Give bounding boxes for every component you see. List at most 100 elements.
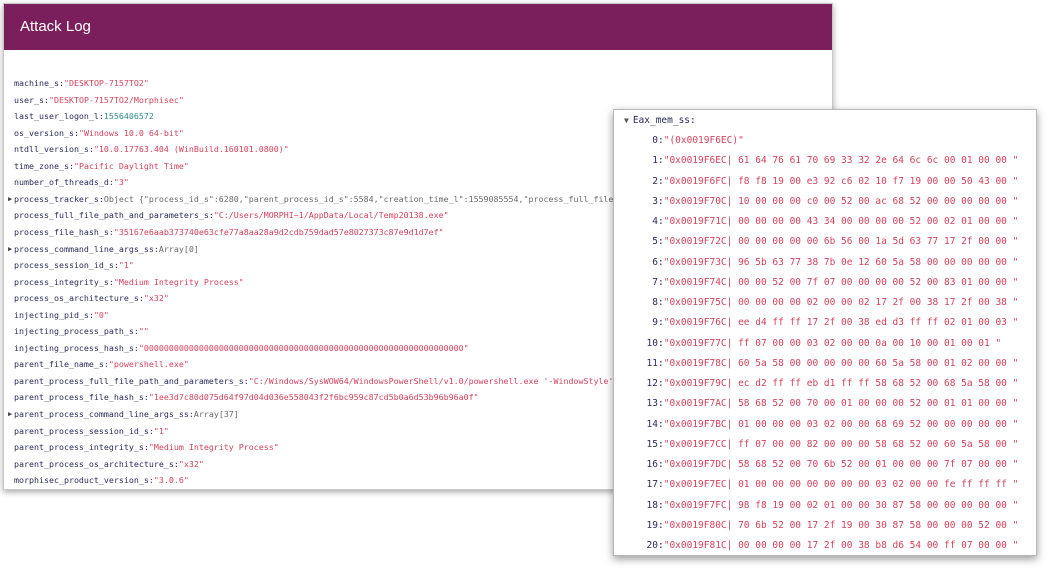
log-key: parent_process_command_line_args_ss bbox=[14, 409, 189, 419]
memory-index: 18 bbox=[646, 499, 658, 511]
memory-row: 13:"0x0019F7AC| 58 68 52 00 70 00 01 00 … bbox=[618, 397, 1019, 410]
log-value: "1" bbox=[153, 425, 169, 436]
memory-index: 6 bbox=[652, 256, 658, 268]
memory-value: "0x0019F75C| 00 00 00 00 02 00 00 02 17 … bbox=[663, 297, 1019, 308]
memory-index: 17 bbox=[646, 479, 658, 491]
log-value: "C:/Users/MORPHI~1/AppData/Local/Temp201… bbox=[213, 210, 449, 221]
log-value: "1" bbox=[118, 260, 134, 271]
log-row: injecting_process_hash_s:"00000000000000… bbox=[14, 342, 469, 354]
memory-value: "0x0019F78C| 60 5a 58 00 00 00 00 00 60 … bbox=[663, 357, 1019, 369]
log-row[interactable]: ▶ process_command_line_args_ss:Array[0] bbox=[8, 243, 199, 255]
memory-index: 5 bbox=[652, 236, 658, 248]
log-key: process_file_hash_s bbox=[14, 226, 109, 237]
memory-value: "0x0019F81C| 00 00 00 00 17 2f 00 38 b8 … bbox=[663, 540, 1019, 551]
log-row: process_os_architecture_s:"x32" bbox=[14, 292, 169, 304]
log-value: Array[37] bbox=[193, 409, 239, 419]
log-row: process_session_id_s:"1" bbox=[14, 259, 134, 271]
memory-index: 13 bbox=[646, 398, 658, 410]
log-key: process_tracker_s bbox=[14, 193, 99, 204]
log-row: user_s:"DESKTOP-7157TO2/Morphisec" bbox=[14, 94, 184, 106]
log-value: "1ee3d7c80d075d64f97d04d036e558043f2f6bc… bbox=[148, 392, 479, 403]
memory-value: "(0x0019F6EC)" bbox=[663, 135, 744, 146]
log-value: "Windows 10.0 64-bit" bbox=[78, 127, 184, 138]
log-value: "C:/Windows/SysWOW64/WindowsPowerShell/v… bbox=[248, 375, 669, 386]
expand-caret-icon[interactable]: ▶ bbox=[8, 193, 12, 205]
log-key: parent_process_os_architecture_s bbox=[14, 458, 174, 469]
log-key: number_of_threads_d bbox=[14, 177, 109, 188]
memory-row: 12:"0x0019F79C| ec d2 ff ff eb d1 ff ff … bbox=[618, 377, 1019, 390]
log-key: ntdll_version_s bbox=[14, 144, 89, 155]
memory-row: 9:"0x0019F76C| ee d4 ff ff 17 2f 00 38 e… bbox=[618, 316, 1018, 329]
log-value: "powershell.exe" bbox=[108, 359, 189, 370]
memory-value: "0x0019F6FC| f8 f8 19 00 e3 92 c6 02 10 … bbox=[663, 175, 1019, 187]
memory-value: "0x0019F7FC| 98 f8 19 00 02 01 00 00 30 … bbox=[663, 499, 1019, 511]
log-row: os_version_s:"Windows 10.0 64-bit" bbox=[14, 127, 184, 139]
memory-row: 8:"0x0019F75C| 00 00 00 00 02 00 00 02 1… bbox=[618, 296, 1018, 309]
log-key: process_full_file_path_and_parameters_s bbox=[14, 210, 209, 221]
log-row: parent_process_file_hash_s:"1ee3d7c80d07… bbox=[14, 391, 479, 403]
log-row: process_integrity_s:"Medium Integrity Pr… bbox=[14, 276, 244, 288]
memory-value: "0x0019F80C| 70 6b 52 00 17 2f 19 00 30 … bbox=[663, 519, 1019, 531]
log-row: time_zone_s:"Pacific Daylight Time" bbox=[14, 160, 189, 172]
memory-value: "0x0019F73C| 96 5b 63 77 38 7b 0e 12 60 … bbox=[663, 256, 1019, 268]
memory-row: 0:"(0x0019F6EC)" bbox=[618, 134, 744, 147]
memory-row: 14:"0x0019F7BC| 01 00 00 00 03 02 00 00 … bbox=[618, 418, 1019, 431]
log-value: "3" bbox=[113, 177, 129, 188]
log-row: parent_process_session_id_s:"1" bbox=[14, 425, 169, 437]
memory-index: 11 bbox=[646, 357, 658, 369]
log-value: Object {"process_id_s":6280,"parent_proc… bbox=[103, 193, 669, 204]
log-row: parent_process_os_architecture_s:"x32" bbox=[14, 458, 204, 470]
log-key: os_version_s bbox=[14, 127, 74, 138]
log-key: injecting_process_path_s bbox=[14, 326, 134, 337]
memory-row: 4:"0x0019F71C| 00 00 00 00 43 34 00 00 0… bbox=[618, 215, 1018, 228]
log-row[interactable]: ▶ process_tracker_s:Object {"process_id_s… bbox=[8, 193, 669, 205]
memory-index: 1 bbox=[652, 155, 658, 167]
memory-value: "0x0019F7AC| 58 68 52 00 70 00 01 00 00 … bbox=[663, 398, 1019, 410]
expand-caret-icon[interactable]: ▶ bbox=[8, 408, 12, 420]
expand-caret-icon[interactable]: ▶ bbox=[8, 243, 12, 255]
memory-row: 2:"0x0019F6FC| f8 f8 19 00 e3 92 c6 02 1… bbox=[618, 175, 1018, 188]
memory-value: "0x0019F6EC| 61 64 76 61 70 69 33 32 2e … bbox=[663, 155, 1019, 167]
log-value: "0" bbox=[93, 309, 109, 320]
memory-value: "0x0019F79C| ec d2 ff ff eb d1 ff ff 58 … bbox=[663, 378, 1019, 389]
memory-value: "0x0019F77C| ff 07 00 00 03 02 00 00 0a … bbox=[663, 337, 1002, 349]
log-row: ntdll_version_s:"10.0.17763.404 (WinBuil… bbox=[14, 143, 289, 155]
log-value: "Medium Integrity Process" bbox=[148, 442, 279, 453]
memory-index: 3 bbox=[652, 195, 658, 207]
memory-index: 0 bbox=[652, 135, 658, 146]
log-key: process_os_architecture_s bbox=[14, 293, 139, 304]
log-key: parent_process_integrity_s bbox=[14, 442, 144, 453]
log-key: parent_process_session_id_s bbox=[14, 425, 149, 436]
memory-index: 20 bbox=[646, 540, 658, 551]
log-key: user_s bbox=[14, 94, 44, 105]
log-value: "DESKTOP-7157TO2/Morphisec" bbox=[48, 94, 184, 105]
log-key: parent_process_file_hash_s bbox=[14, 392, 144, 403]
log-row: injecting_process_path_s:"" bbox=[14, 325, 149, 337]
memory-index: 12 bbox=[646, 378, 658, 389]
memory-index: 7 bbox=[652, 276, 658, 288]
memory-value: "0x0019F7CC| ff 07 00 00 82 00 00 00 58 … bbox=[663, 438, 1019, 450]
memory-value: "0x0019F7EC| 01 00 00 00 00 00 00 00 03 … bbox=[663, 479, 1019, 491]
log-value: "" bbox=[138, 326, 149, 337]
eax-memory-title[interactable]: ▼ Eax_mem_ss: bbox=[624, 115, 696, 126]
log-key: parent_process_full_file_path_and_parame… bbox=[14, 375, 244, 386]
log-key: process_command_line_args_ss bbox=[14, 243, 154, 254]
memory-value: "0x0019F7BC| 01 00 00 00 03 02 00 00 68 … bbox=[663, 418, 1019, 430]
log-row[interactable]: ▶ parent_process_command_line_args_ss:Arr… bbox=[8, 408, 239, 420]
log-row: process_file_hash_s:"35167e6aab373740e63… bbox=[14, 226, 444, 238]
memory-row: 5:"0x0019F72C| 00 00 00 00 00 6b 56 00 1… bbox=[618, 235, 1018, 248]
memory-row: 10:"0x0019F77C| ff 07 00 00 03 02 00 00 … bbox=[618, 337, 1002, 350]
log-value: "10.0.17763.404 (WinBuild.160101.0800)" bbox=[93, 144, 289, 155]
log-row: machine_s:"DESKTOP-7157TO2" bbox=[14, 77, 149, 89]
log-key: time_zone_s bbox=[14, 160, 69, 171]
expand-triangle-icon[interactable]: ▼ bbox=[624, 116, 629, 125]
memory-index: 9 bbox=[652, 317, 658, 329]
memory-row: 1:"0x0019F6EC| 61 64 76 61 70 69 33 32 2… bbox=[618, 154, 1018, 167]
memory-value: "0x0019F76C| ee d4 ff ff 17 2f 00 38 ed … bbox=[663, 317, 1019, 329]
log-value: "x32" bbox=[178, 458, 204, 469]
memory-row: 11:"0x0019F78C| 60 5a 58 00 00 00 00 00 … bbox=[618, 357, 1019, 370]
memory-value: "0x0019F7DC| 58 68 52 00 70 6b 52 00 01 … bbox=[663, 459, 1019, 470]
memory-index: 10 bbox=[646, 337, 658, 349]
log-key: morphisec_product_version_s bbox=[14, 475, 149, 486]
memory-index: 14 bbox=[646, 418, 658, 430]
